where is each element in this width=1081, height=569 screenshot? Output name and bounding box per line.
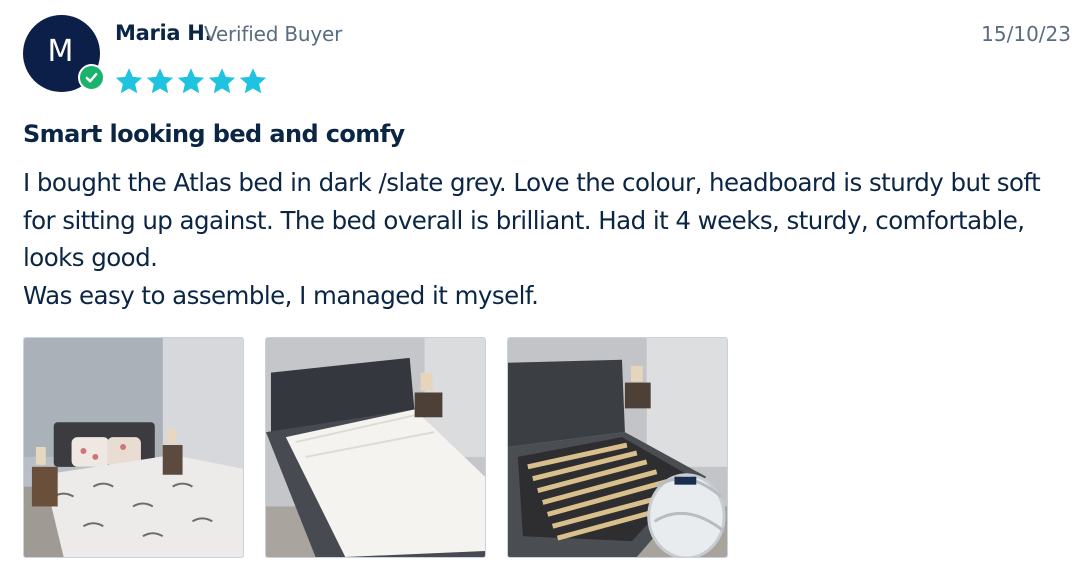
star-icon bbox=[239, 68, 267, 94]
review-paragraph: Was easy to assemble, I managed it mysel… bbox=[23, 280, 539, 310]
star-icon bbox=[146, 68, 174, 94]
star-icon bbox=[208, 68, 236, 94]
verified-check-icon bbox=[78, 64, 105, 91]
bed-with-duvet-photo bbox=[24, 338, 243, 557]
review-photo-1[interactable] bbox=[23, 337, 244, 558]
star-rating bbox=[114, 66, 268, 96]
star-icon bbox=[115, 68, 143, 94]
bed-frame-slats-photo bbox=[508, 338, 727, 557]
review-paragraph: I bought the Atlas bed in dark /slate gr… bbox=[23, 168, 1041, 272]
avatar-initial: M bbox=[47, 34, 74, 69]
review-photos bbox=[23, 337, 728, 558]
review-photo-3[interactable] bbox=[507, 337, 728, 558]
review-date: 15/10/23 bbox=[981, 22, 1071, 46]
author-name: Maria H. bbox=[115, 21, 213, 45]
bed-with-mattress-photo bbox=[266, 338, 485, 557]
star-icon bbox=[177, 68, 205, 94]
review-photo-2[interactable] bbox=[265, 337, 486, 558]
review-card: M Maria H. Verified Buyer 15/10/23 Smart… bbox=[0, 0, 1081, 569]
review-title: Smart looking bed and comfy bbox=[23, 120, 405, 148]
review-body: I bought the Atlas bed in dark /slate gr… bbox=[23, 164, 1078, 314]
verified-buyer-label: Verified Buyer bbox=[204, 22, 343, 46]
